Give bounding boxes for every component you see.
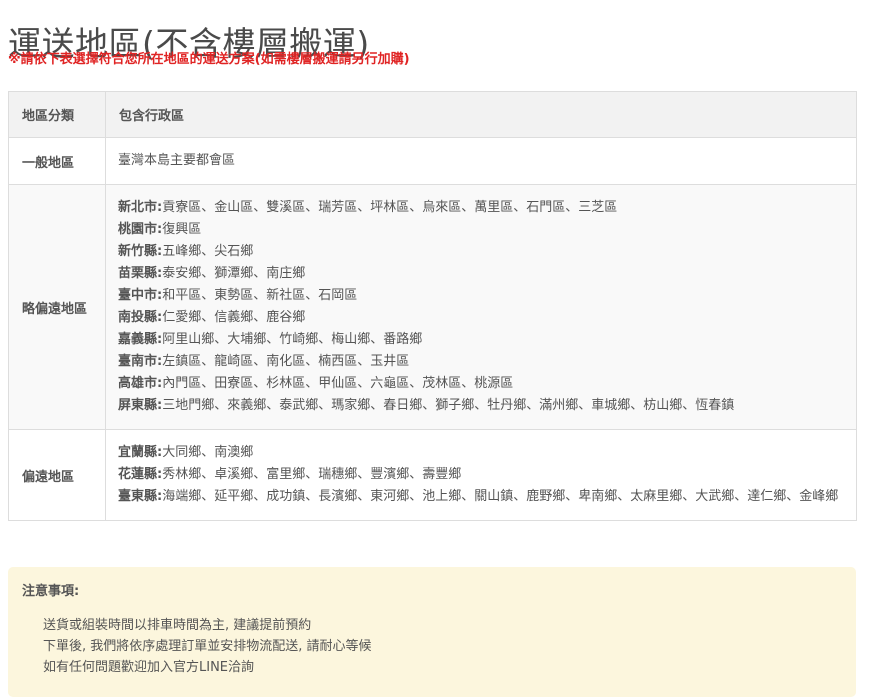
category-cell: 略偏遠地區 [8, 184, 106, 430]
region-table: 地區分類 包含行政區 一般地區 臺灣本島主要都會區 略偏遠地區 新北市:貢寮區、… [8, 91, 857, 521]
header-category: 地區分類 [8, 91, 106, 138]
city-label: 新北市: [118, 200, 163, 215]
district-list: 左鎮區、龍崎區、南化區、楠西區、玉井區 [162, 354, 410, 369]
districts-cell: 新北市:貢寮區、金山區、雙溪區、瑞芳區、坪林區、烏來區、萬里區、石門區、三芝區 … [105, 184, 857, 430]
district-list: 大同鄉、南澳鄉 [162, 445, 254, 460]
district-list: 五峰鄉、尖石鄉 [162, 244, 254, 259]
area-line: 南投縣:仁愛鄉、信義鄉、鹿谷鄉 [118, 307, 844, 329]
district-list: 仁愛鄉、信義鄉、鹿谷鄉 [162, 310, 306, 325]
district-list: 復興區 [162, 222, 202, 237]
area-line: 花蓮縣:秀林鄉、卓溪鄉、富里鄉、瑞穗鄉、豐濱鄉、壽豐鄉 [118, 464, 844, 486]
area-line: 臺灣本島主要都會區 [118, 150, 844, 172]
city-label: 屏東縣: [118, 398, 163, 413]
table-row: 一般地區 臺灣本島主要都會區 [8, 137, 857, 185]
district-list: 泰安鄉、獅潭鄉、南庄鄉 [162, 266, 306, 281]
district-list: 秀林鄉、卓溪鄉、富里鄉、瑞穗鄉、豐濱鄉、壽豐鄉 [162, 467, 462, 482]
district-list: 海端鄉、延平鄉、成功鎮、長濱鄉、東河鄉、池上鄉、關山鎮、鹿野鄉、卑南鄉、太麻里鄉… [162, 489, 839, 504]
districts-cell: 宜蘭縣:大同鄉、南澳鄉 花蓮縣:秀林鄉、卓溪鄉、富里鄉、瑞穗鄉、豐濱鄉、壽豐鄉 … [105, 429, 857, 521]
note-item: 送貨或組裝時間以排車時間為主, 建議提前預約 [43, 618, 312, 633]
area-line: 嘉義縣:阿里山鄉、大埔鄉、竹崎鄉、梅山鄉、番路鄉 [118, 329, 844, 351]
area-line: 高雄市:內門區、田寮區、杉林區、甲仙區、六龜區、茂林區、桃源區 [118, 373, 844, 395]
header-districts: 包含行政區 [105, 91, 857, 138]
notes-title: 注意事項: [22, 584, 80, 599]
table-row: 略偏遠地區 新北市:貢寮區、金山區、雙溪區、瑞芳區、坪林區、烏來區、萬里區、石門… [8, 184, 857, 430]
city-label: 臺東縣: [118, 489, 163, 504]
city-label: 南投縣: [118, 310, 163, 325]
city-label: 花蓮縣: [118, 467, 163, 482]
notes-list: 送貨或組裝時間以排車時間為主, 建議提前預約 下單後, 我們將依序處理訂單並安排… [43, 615, 372, 678]
area-line: 宜蘭縣:大同鄉、南澳鄉 [118, 442, 844, 464]
city-label: 新竹縣: [118, 244, 163, 259]
district-list: 臺灣本島主要都會區 [118, 153, 236, 168]
area-line: 苗栗縣:泰安鄉、獅潭鄉、南庄鄉 [118, 263, 844, 285]
district-list: 三地門鄉、來義鄉、泰武鄉、瑪家鄉、春日鄉、獅子鄉、牡丹鄉、滿州鄉、車城鄉、枋山鄉… [162, 398, 735, 413]
city-label: 宜蘭縣: [118, 445, 163, 460]
city-label: 苗栗縣: [118, 266, 163, 281]
city-label: 桃園市: [118, 222, 163, 237]
shipping-notice: ※請依下表選擇符合您所在地區的運送方案(如需樓層搬運請另行加購) [8, 52, 410, 67]
area-line: 桃園市:復興區 [118, 219, 844, 241]
note-item: 下單後, 我們將依序處理訂單並安排物流配送, 請耐心等候 [43, 639, 372, 654]
city-label: 臺南市: [118, 354, 163, 369]
area-line: 新竹縣:五峰鄉、尖石鄉 [118, 241, 844, 263]
district-list: 和平區、東勢區、新社區、石岡區 [162, 288, 358, 303]
districts-cell: 臺灣本島主要都會區 [105, 137, 857, 185]
table-header-row: 地區分類 包含行政區 [8, 91, 857, 138]
city-label: 臺中市: [118, 288, 163, 303]
area-line: 屏東縣:三地門鄉、來義鄉、泰武鄉、瑪家鄉、春日鄉、獅子鄉、牡丹鄉、滿州鄉、車城鄉… [118, 395, 844, 417]
area-line: 臺東縣:海端鄉、延平鄉、成功鎮、長濱鄉、東河鄉、池上鄉、關山鎮、鹿野鄉、卑南鄉、… [118, 486, 844, 508]
area-line: 臺南市:左鎮區、龍崎區、南化區、楠西區、玉井區 [118, 351, 844, 373]
category-cell: 一般地區 [8, 137, 106, 185]
area-line: 臺中市:和平區、東勢區、新社區、石岡區 [118, 285, 844, 307]
city-label: 高雄市: [118, 376, 163, 391]
area-line: 新北市:貢寮區、金山區、雙溪區、瑞芳區、坪林區、烏來區、萬里區、石門區、三芝區 [118, 197, 844, 219]
city-label: 嘉義縣: [118, 332, 163, 347]
district-list: 阿里山鄉、大埔鄉、竹崎鄉、梅山鄉、番路鄉 [162, 332, 423, 347]
district-list: 內門區、田寮區、杉林區、甲仙區、六龜區、茂林區、桃源區 [162, 376, 514, 391]
note-item: 如有任何問題歡迎加入官方LINE洽詢 [43, 660, 255, 675]
district-list: 貢寮區、金山區、雙溪區、瑞芳區、坪林區、烏來區、萬里區、石門區、三芝區 [162, 200, 618, 215]
notes-box: 注意事項: 送貨或組裝時間以排車時間為主, 建議提前預約 下單後, 我們將依序處… [8, 567, 856, 697]
category-cell: 偏遠地區 [8, 429, 106, 521]
table-row: 偏遠地區 宜蘭縣:大同鄉、南澳鄉 花蓮縣:秀林鄉、卓溪鄉、富里鄉、瑞穗鄉、豐濱鄉… [8, 429, 857, 521]
